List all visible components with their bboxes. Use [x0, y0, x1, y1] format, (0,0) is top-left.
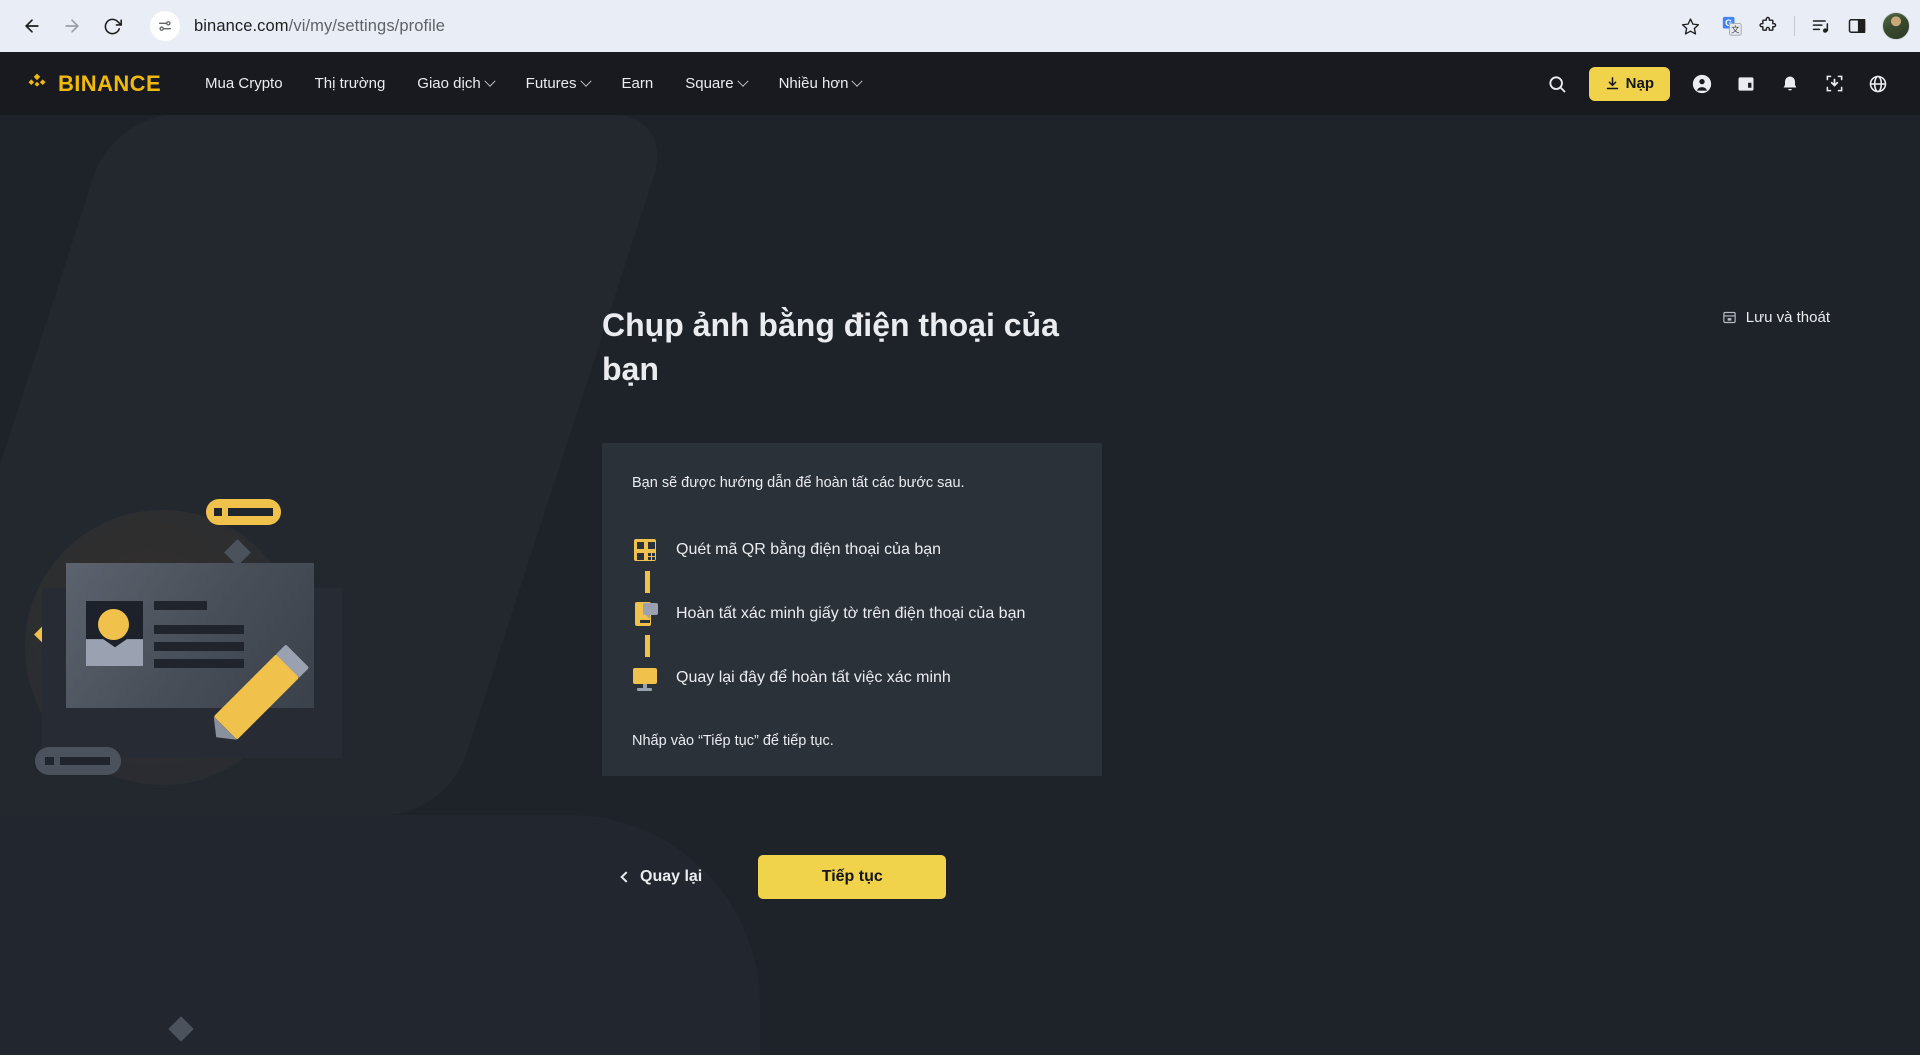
illustration-id-photo — [86, 601, 143, 666]
page-title: Chụp ảnh bằng điện thoại của bạn — [602, 307, 1059, 388]
illustration-text-line — [154, 659, 244, 668]
nav-item-earn[interactable]: Earn — [606, 75, 670, 92]
toolbar-divider — [1794, 16, 1795, 36]
nav-item-futures[interactable]: Futures — [510, 75, 606, 92]
nav-label: Earn — [621, 75, 654, 92]
chevron-down-icon — [484, 75, 496, 87]
url-domain: binance.com — [194, 16, 289, 35]
step-label: Quét mã QR bằng điện thoại của bạn — [676, 541, 942, 558]
deposit-label: Nạp — [1625, 75, 1654, 92]
browser-tool-icons: G文 — [1715, 9, 1920, 43]
continue-button[interactable]: Tiếp tục — [758, 855, 947, 899]
back-arrow-icon[interactable] — [14, 8, 50, 44]
star-icon[interactable] — [1675, 11, 1705, 41]
illustration-yellow-pill — [206, 499, 281, 525]
globe-icon[interactable] — [1858, 64, 1898, 104]
reload-icon[interactable] — [94, 8, 130, 44]
navbar-actions: Nạp — [1537, 64, 1898, 104]
action-buttons: Quay lại Tiếp tục — [602, 855, 947, 899]
profile-avatar-icon[interactable] — [1882, 12, 1910, 40]
step-complete-on-phone: Hoàn tất xác minh giấy tờ trên điện thoạ… — [632, 599, 1072, 629]
save-and-exit-button[interactable]: Lưu và thoát — [1722, 309, 1830, 326]
binance-diamond-icon — [28, 73, 46, 87]
step-label: Hoàn tất xác minh giấy tờ trên điện thoạ… — [676, 605, 1026, 622]
steps-list: Quét mã QR bằng điện thoại của bạn Hoàn … — [632, 535, 1072, 693]
nav-item-square[interactable]: Square — [669, 75, 762, 92]
svg-text:文: 文 — [1731, 25, 1740, 35]
address-bar[interactable]: binance.com/vi/my/settings/profile — [144, 8, 1709, 44]
nav-label: Giao dịch — [417, 75, 481, 92]
step-connector — [645, 571, 650, 593]
url-text: binance.com/vi/my/settings/profile — [194, 17, 445, 36]
deposit-button[interactable]: Nạp — [1588, 66, 1670, 101]
chevron-down-icon — [736, 75, 749, 87]
nav-label: Square — [685, 75, 734, 92]
illustration-gray-pill — [35, 747, 121, 775]
page-body: Chụp ảnh bằng điện thoại của bạn Lưu và … — [0, 115, 1920, 1055]
qr-code-icon — [632, 537, 658, 563]
bell-icon[interactable] — [1770, 64, 1810, 104]
extensions-puzzle-icon[interactable] — [1751, 9, 1785, 43]
side-panel-icon[interactable] — [1840, 9, 1874, 43]
browser-nav-buttons — [14, 8, 130, 44]
download-icon — [1606, 77, 1618, 90]
binance-logo-text: BINANCE — [58, 70, 162, 96]
chevron-down-icon — [579, 75, 592, 87]
mobile-document-icon — [632, 601, 658, 627]
back-button[interactable]: Quay lại — [602, 855, 722, 899]
step-return-to-desktop: Quay lại đây để hoàn tất việc xác minh — [632, 663, 1072, 693]
nav-label: Futures — [525, 75, 577, 92]
browser-toolbar: binance.com/vi/my/settings/profile G文 — [0, 0, 1920, 52]
nav-label: Mua Crypto — [205, 75, 283, 92]
illustration-avatar-head — [98, 609, 129, 640]
illustration-text-line — [154, 625, 244, 634]
illustration-text-line — [154, 601, 207, 610]
nav-item-giao-dich[interactable]: Giao dịch — [401, 75, 509, 92]
illustration-text-line — [154, 642, 244, 651]
chevron-down-icon — [851, 75, 864, 87]
step-connector — [645, 635, 650, 657]
binance-navbar: BINANCE Mua Crypto Thị trường Giao dịch … — [0, 52, 1920, 115]
navbar-links: Mua Crypto Thị trường Giao dịch Futures … — [189, 75, 877, 92]
reading-list-icon[interactable] — [1804, 9, 1838, 43]
wallet-icon[interactable] — [1726, 64, 1766, 104]
desktop-monitor-icon — [632, 665, 658, 691]
card-footer-text: Nhấp vào “Tiếp tục” để tiếp tục. — [632, 733, 834, 749]
nav-item-nhieu-hon[interactable]: Nhiều hơn — [763, 75, 878, 92]
user-account-icon[interactable] — [1682, 64, 1722, 104]
site-settings-icon[interactable] — [150, 11, 180, 41]
binance-logo[interactable]: BINANCE — [24, 71, 161, 97]
nav-label: Thị trường — [314, 75, 386, 92]
google-translate-icon[interactable]: G文 — [1715, 9, 1749, 43]
download-app-icon[interactable] — [1814, 64, 1854, 104]
search-icon[interactable] — [1537, 64, 1577, 104]
card-lead-text: Bạn sẽ được hướng dẫn để hoàn tất các bư… — [632, 475, 965, 491]
instructions-card: Bạn sẽ được hướng dẫn để hoàn tất các bư… — [602, 443, 1102, 776]
step-scan-qr: Quét mã QR bằng điện thoại của bạn — [632, 535, 1072, 565]
url-path: /vi/my/settings/profile — [288, 16, 446, 35]
nav-label: Nhiều hơn — [778, 75, 849, 92]
chevron-left-icon — [620, 871, 632, 883]
nav-item-thi-truong[interactable]: Thị trường — [299, 75, 402, 92]
forward-arrow-icon[interactable] — [54, 8, 90, 44]
back-button-label: Quay lại — [640, 868, 703, 885]
nav-item-mua-crypto[interactable]: Mua Crypto — [189, 75, 299, 92]
identity-verification-illustration — [0, 485, 400, 915]
save-icon — [1723, 311, 1736, 324]
save-and-exit-label: Lưu và thoát — [1745, 309, 1830, 326]
step-label: Quay lại đây để hoàn tất việc xác minh — [676, 669, 951, 686]
